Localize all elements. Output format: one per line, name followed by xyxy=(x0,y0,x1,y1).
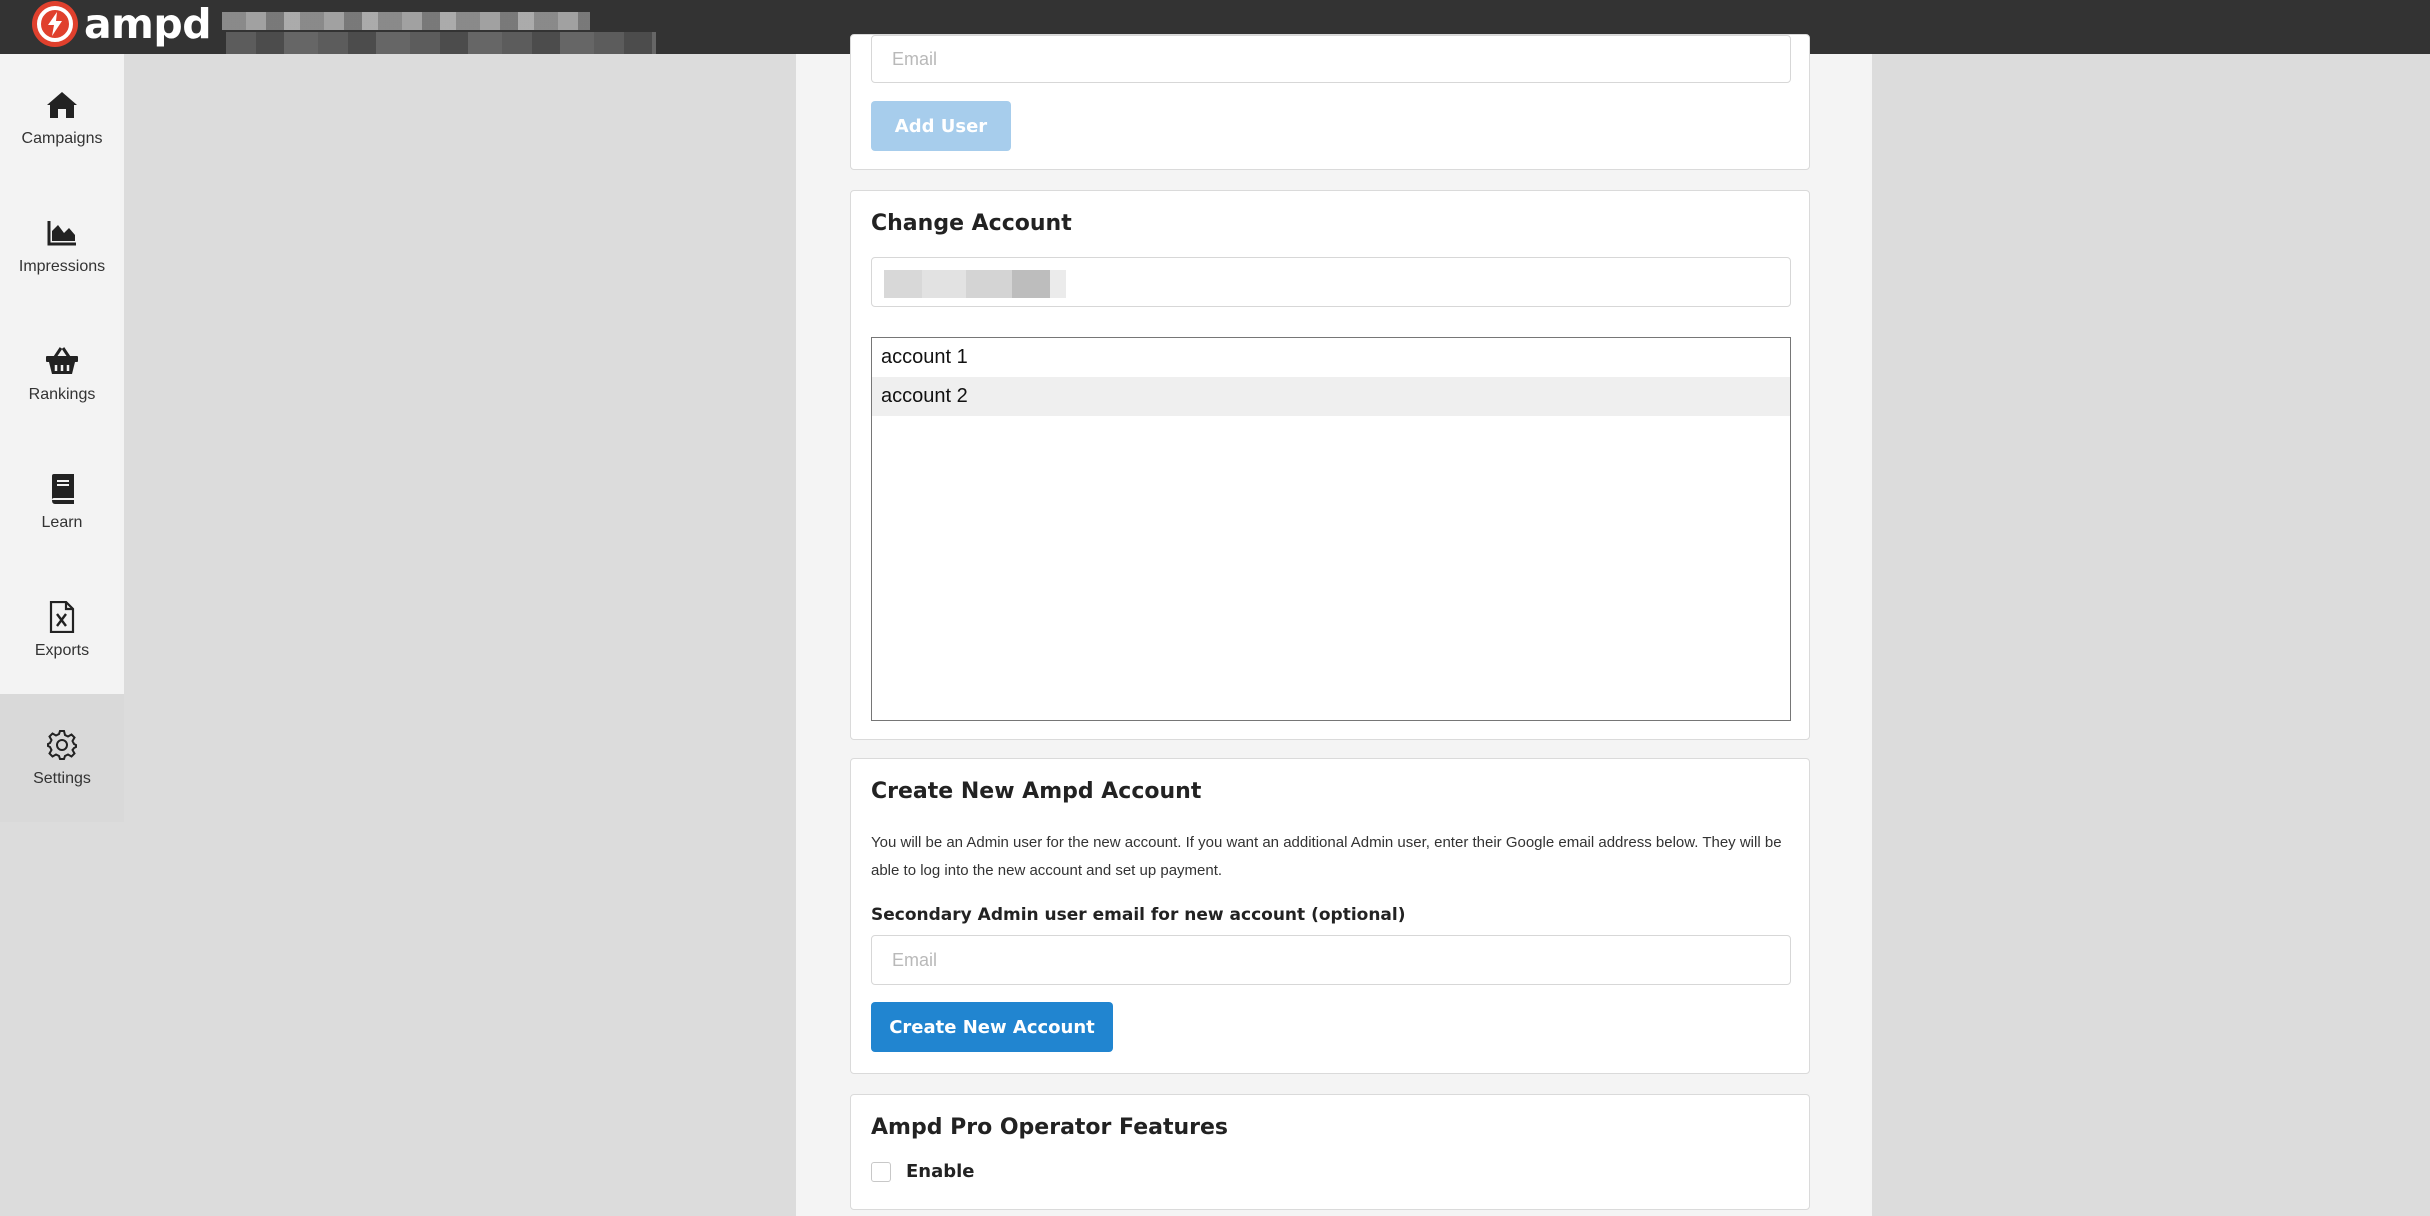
sidebar-item-label: Impressions xyxy=(18,258,106,275)
add-user-card: Add User xyxy=(850,34,1810,170)
secondary-admin-email-label: Secondary Admin user email for new accou… xyxy=(871,905,1406,925)
sidebar-item-impressions[interactable]: Impressions xyxy=(0,182,124,310)
account-list[interactable]: account 1 account 2 xyxy=(871,337,1791,721)
sidebar-item-label: Settings xyxy=(33,770,91,787)
redacted-account-name xyxy=(222,12,590,30)
sidebar-item-label: Campaigns xyxy=(21,130,103,147)
enable-checkbox-label: Enable xyxy=(906,1161,975,1182)
logo-text: ampd xyxy=(84,0,212,48)
basket-icon xyxy=(45,344,79,378)
enable-pro-operator-toggle[interactable]: Enable xyxy=(871,1161,975,1182)
sidebar-item-campaigns[interactable]: Campaigns xyxy=(0,54,124,182)
create-account-description: You will be an Admin user for the new ac… xyxy=(871,834,1782,879)
add-user-email-field[interactable] xyxy=(871,35,1791,83)
pro-operator-card: Ampd Pro Operator Features Enable xyxy=(850,1094,1810,1210)
home-icon xyxy=(45,88,79,122)
enable-checkbox[interactable] xyxy=(871,1161,891,1182)
excel-file-icon xyxy=(45,600,79,634)
secondary-admin-email-input[interactable] xyxy=(872,936,1790,984)
sidebar-nav: Campaigns Impressions Rankings Learn Exp… xyxy=(0,54,124,822)
settings-content: Add User Change Account account 1 accoun… xyxy=(796,34,1872,1216)
add-user-button[interactable]: Add User xyxy=(871,101,1011,151)
sidebar-item-settings[interactable]: Settings xyxy=(0,694,124,822)
sidebar-item-exports[interactable]: Exports xyxy=(0,566,124,694)
account-list-item[interactable]: account 2 xyxy=(872,377,1790,416)
ampd-logo[interactable]: ampd xyxy=(32,0,212,48)
lightning-bolt-icon xyxy=(32,1,78,47)
change-account-title: Change Account xyxy=(871,211,1072,236)
account-list-item[interactable]: account 1 xyxy=(872,338,1790,377)
gear-icon xyxy=(45,728,79,762)
create-account-card: Create New Ampd Account You will be an A… xyxy=(850,758,1810,1074)
create-account-title: Create New Ampd Account xyxy=(871,779,1202,804)
secondary-admin-email-field[interactable] xyxy=(871,935,1791,985)
sidebar-item-learn[interactable]: Learn xyxy=(0,438,124,566)
area-chart-icon xyxy=(45,216,79,250)
add-user-email-input[interactable] xyxy=(872,36,1790,82)
sidebar-item-label: Learn xyxy=(41,514,83,531)
pro-operator-title: Ampd Pro Operator Features xyxy=(871,1115,1229,1140)
sidebar-item-rankings[interactable]: Rankings xyxy=(0,310,124,438)
book-icon xyxy=(45,472,79,506)
sidebar-item-label: Exports xyxy=(34,642,90,659)
redacted-account-value xyxy=(884,270,1066,298)
account-search-field[interactable] xyxy=(871,257,1791,307)
change-account-card: Change Account account 1 account 2 xyxy=(850,190,1810,740)
create-new-account-button[interactable]: Create New Account xyxy=(871,1002,1113,1052)
sidebar-item-label: Rankings xyxy=(28,386,96,403)
redacted-account-details xyxy=(226,32,656,54)
